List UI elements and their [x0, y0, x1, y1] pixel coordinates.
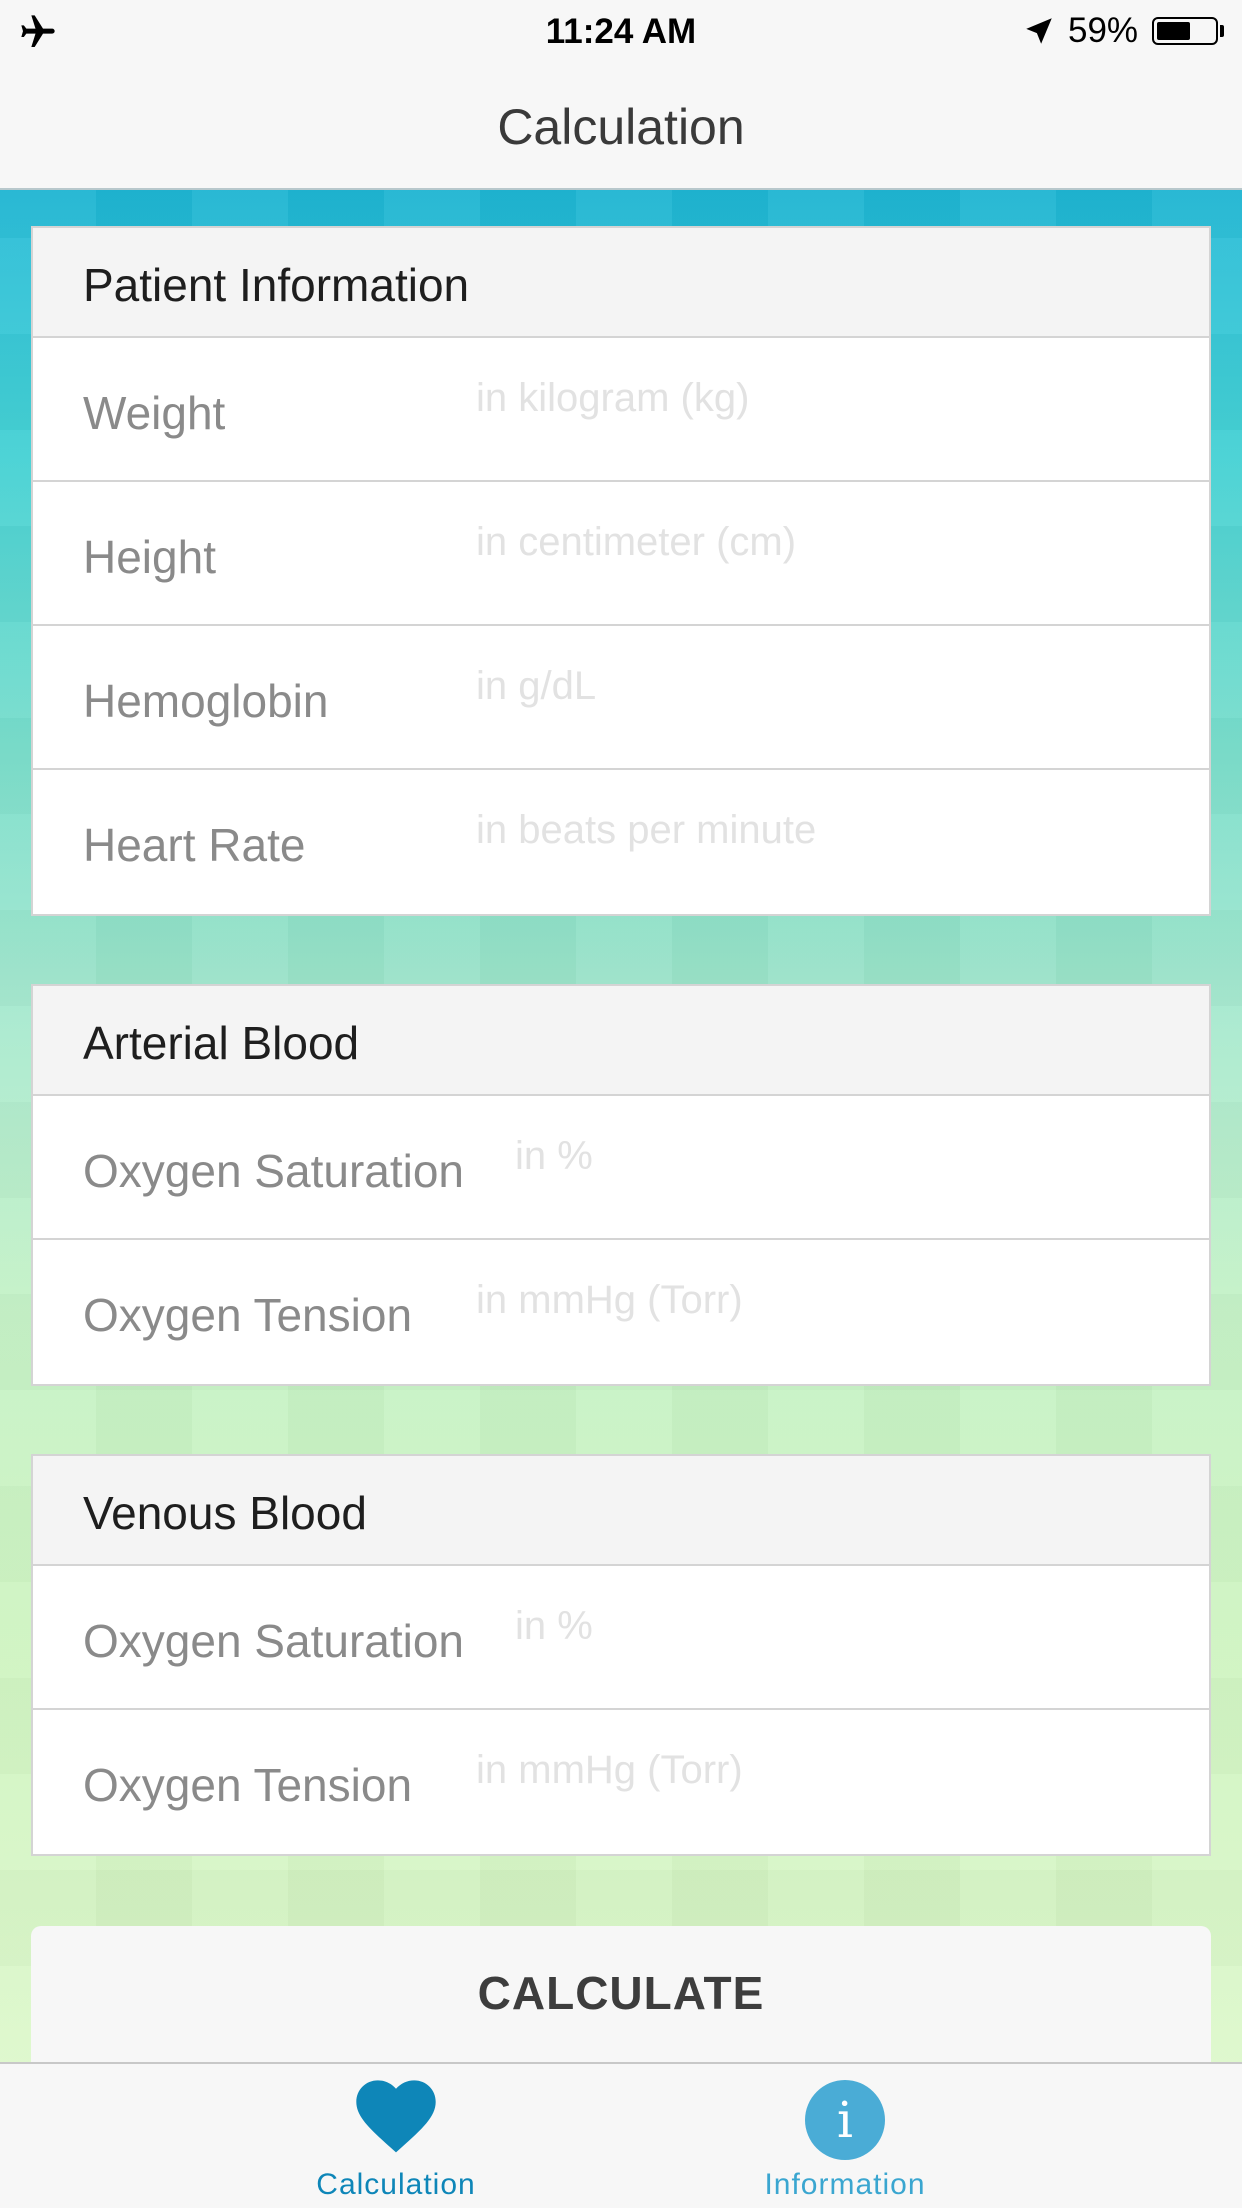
location-arrow-icon: [1026, 18, 1052, 44]
field-label: Height: [83, 531, 216, 583]
calculate-button-label: CALCULATE: [477, 1967, 765, 2019]
battery-icon: [1152, 17, 1218, 45]
arterial-oxygen-tension-input[interactable]: [476, 1270, 1116, 1330]
heart-icon: [356, 2080, 436, 2153]
tab-calculation[interactable]: Calculation: [236, 2064, 556, 2208]
section-title: Patient Information: [83, 259, 470, 311]
form-row-arterial-oxygen-saturation: Oxygen Saturation: [33, 1096, 1209, 1240]
hemoglobin-input[interactable]: [476, 656, 1116, 716]
weight-input[interactable]: [476, 368, 1116, 428]
field-label: Heart Rate: [83, 819, 306, 871]
page-title: Calculation: [497, 99, 745, 155]
status-bar: 11:24 AM 59%: [0, 0, 1242, 62]
field-label: Hemoglobin: [83, 675, 329, 727]
heart-rate-input[interactable]: [476, 800, 1116, 860]
venous-oxygen-tension-input[interactable]: [476, 1740, 1116, 1800]
tab-label: Calculation: [316, 2168, 476, 2201]
form-row-venous-oxygen-tension: Oxygen Tension: [33, 1710, 1209, 1854]
field-label: Weight: [83, 387, 226, 439]
venous-oxygen-saturation-input[interactable]: [515, 1596, 1155, 1656]
form-row-hemoglobin: Hemoglobin: [33, 626, 1209, 770]
arterial-oxygen-saturation-input[interactable]: [515, 1126, 1155, 1186]
field-label: Oxygen Saturation: [83, 1615, 465, 1667]
battery-percent: 59%: [1068, 11, 1139, 50]
form-row-venous-oxygen-saturation: Oxygen Saturation: [33, 1566, 1209, 1710]
section-header: Venous Blood: [33, 1456, 1209, 1566]
calculate-button[interactable]: CALCULATE: [31, 1926, 1211, 2062]
form-row-heart-rate: Heart Rate: [33, 770, 1209, 914]
battery-nub: [1220, 25, 1224, 37]
info-icon: i: [805, 2080, 885, 2160]
section-header: Patient Information: [33, 228, 1209, 338]
section-venous-blood: Venous Blood Oxygen Saturation Oxygen Te…: [31, 1454, 1211, 1856]
navigation-bar: Calculation: [0, 62, 1242, 190]
field-label: Oxygen Saturation: [83, 1145, 465, 1197]
form-row-arterial-oxygen-tension: Oxygen Tension: [33, 1240, 1209, 1384]
height-input[interactable]: [476, 512, 1116, 572]
tab-bar: Calculation i Information: [0, 2062, 1242, 2208]
section-patient-information: Patient Information Weight Height Hemogl…: [31, 226, 1211, 916]
section-title: Venous Blood: [83, 1487, 367, 1539]
battery-fill: [1157, 22, 1190, 40]
form-row-height: Height: [33, 482, 1209, 626]
field-label: Oxygen Tension: [83, 1289, 413, 1341]
section-header: Arterial Blood: [33, 986, 1209, 1096]
field-label: Oxygen Tension: [83, 1759, 413, 1811]
tab-information[interactable]: i Information: [685, 2064, 1005, 2208]
section-title: Arterial Blood: [83, 1017, 360, 1069]
tab-label: Information: [764, 2168, 926, 2201]
section-arterial-blood: Arterial Blood Oxygen Saturation Oxygen …: [31, 984, 1211, 1386]
form-row-weight: Weight: [33, 338, 1209, 482]
